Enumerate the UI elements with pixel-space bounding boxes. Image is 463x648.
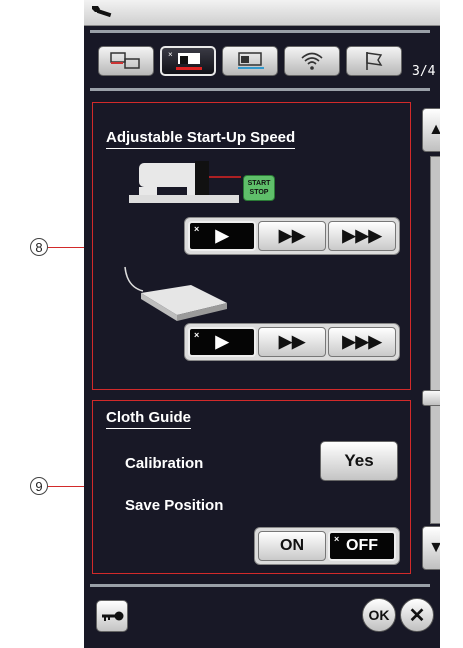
pedal-speed-selector: × ▶ ▶▶ ▶▶▶ [184,323,400,361]
pedal-speed-slow-button[interactable]: × ▶ [188,327,256,357]
svg-text:×: × [168,50,173,59]
top-divider [90,30,430,33]
machine-speed-slow-button[interactable]: × ▶ [188,221,256,251]
flag-icon [366,52,383,70]
save-position-toggle: ON × OFF [254,527,400,565]
start-stop-button-illustration: START STOP [243,175,275,201]
fast-forward-icon: ▶▶ [278,332,306,351]
tabs-divider [90,88,430,91]
settings-tabs: × [92,42,422,78]
machine-pair-icon [110,52,140,69]
key-icon [102,611,124,621]
callout-9: 9 [30,477,48,495]
pedal-speed-fast-button[interactable]: ▶▶▶ [328,327,396,357]
title-bar [84,0,440,26]
save-position-off-button[interactable]: × OFF [328,531,396,561]
scroll-up-button[interactable]: ▲ [422,108,440,152]
save-position-on-button[interactable]: ON [258,531,326,561]
scroll-track[interactable] [430,156,440,524]
start-label: START [247,180,271,187]
ok-button[interactable]: OK [362,598,396,632]
triple-forward-icon: ▶▶▶ [342,332,382,351]
embroidery-machine-icon [238,52,264,69]
foot-pedal-illustration [124,266,227,321]
calibration-yes-button[interactable]: Yes [320,441,398,481]
page-indicator: 3/4 [412,64,436,79]
bottom-divider [90,584,430,587]
scroll-down-button[interactable]: ▼ [422,526,440,570]
calibration-label: Calibration [125,455,204,472]
machine-speed-fast-button[interactable]: ▶▶▶ [328,221,396,251]
selected-marker: × [194,224,200,234]
tab-wireless-settings[interactable] [284,46,340,76]
tab-embroidery-settings[interactable] [222,46,278,76]
tab-common-settings[interactable] [98,46,154,76]
close-icon: ✕ [408,604,426,627]
speed-section: Adjustable Start-Up Speed START STOP × ▶… [92,102,411,390]
selected-marker: × [194,330,200,340]
tab-language-settings[interactable] [346,46,402,76]
up-arrow-icon: ▲ [428,121,440,138]
machine-speed-medium-button[interactable]: ▶▶ [258,221,326,251]
scroll-thumb[interactable] [422,390,440,406]
machine-speed-selector: × ▶ ▶▶ ▶▶▶ [184,217,400,255]
save-position-label: Save Position [125,497,224,514]
lock-key-button[interactable] [96,600,128,632]
fast-forward-icon: ▶▶ [278,226,306,245]
play-icon: ▶ [215,332,229,351]
callout-8: 8 [30,238,48,256]
close-button[interactable]: ✕ [400,598,434,632]
cloth-guide-title: Cloth Guide [106,409,191,429]
tab-sewing-settings[interactable]: × [160,46,216,76]
stop-label: STOP [249,189,269,196]
wifi-icon [301,52,323,70]
play-icon: ▶ [215,226,229,245]
wrench-icon [92,6,112,18]
sewing-machine-icon: × [168,50,202,70]
selected-marker: × [334,534,340,544]
settings-screen: × 3/4 Adjustable Start-Up Speed START ST… [84,0,440,648]
pedal-speed-medium-button[interactable]: ▶▶ [258,327,326,357]
cloth-guide-section: Cloth Guide Calibration Yes Save Positio… [92,400,411,574]
off-label: OFF [346,537,378,554]
speed-section-title: Adjustable Start-Up Speed [106,129,296,149]
down-arrow-icon: ▼ [428,539,440,556]
triple-forward-icon: ▶▶▶ [342,226,382,245]
